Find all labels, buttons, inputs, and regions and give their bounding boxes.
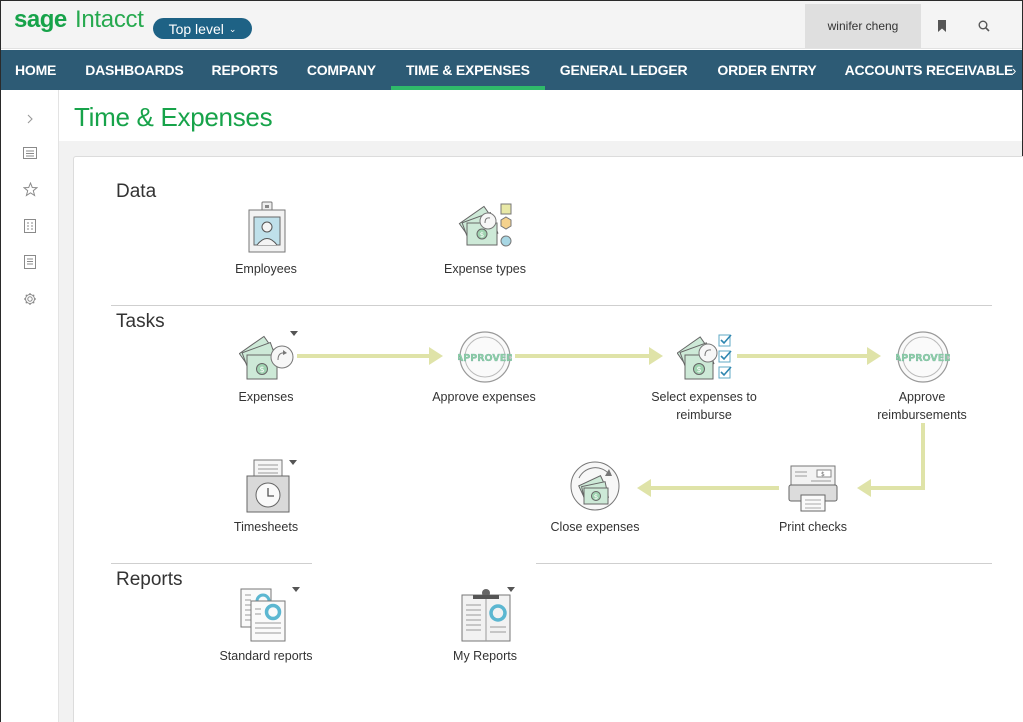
svg-text:$: $ — [821, 471, 825, 478]
expense-types-icon[interactable]: $ — [457, 199, 515, 251]
svg-text:$: $ — [696, 365, 701, 374]
svg-text:$: $ — [480, 231, 484, 239]
approve-reimbursements-icon[interactable]: APPROVED — [896, 330, 950, 384]
svg-text:$: $ — [259, 365, 264, 374]
print-checks-label[interactable]: Print checks — [753, 519, 873, 536]
my-reports-dropdown-caret-icon[interactable] — [507, 587, 515, 592]
standard-reports-dropdown-caret-icon[interactable] — [292, 587, 300, 592]
approve-expenses-icon[interactable]: APPROVED — [458, 330, 512, 384]
standard-reports-icon[interactable] — [239, 587, 299, 643]
timesheets-label[interactable]: Timesheets — [206, 519, 326, 536]
approve-reimbursements-label-line2[interactable]: reimbursements — [859, 407, 985, 424]
timesheets-icon[interactable] — [245, 458, 293, 514]
svg-text:$: $ — [594, 493, 598, 501]
expenses-label[interactable]: Expenses — [206, 389, 326, 406]
approve-reimbursements-label-line1[interactable]: Approve — [859, 389, 985, 406]
select-expenses-label-line1[interactable]: Select expenses to — [627, 389, 781, 406]
expenses-icon[interactable]: $ — [239, 331, 299, 383]
expense-types-label[interactable]: Expense types — [425, 261, 545, 278]
expenses-dropdown-caret-icon[interactable] — [290, 331, 298, 336]
employees-icon[interactable] — [245, 200, 289, 256]
close-expenses-icon[interactable]: $ — [569, 460, 621, 512]
approved-stamp-text: APPROVED — [896, 353, 950, 364]
employees-label[interactable]: Employees — [206, 261, 326, 278]
timesheets-dropdown-caret-icon[interactable] — [289, 460, 297, 465]
select-expenses-icon[interactable]: $ — [677, 331, 737, 383]
my-reports-label[interactable]: My Reports — [425, 648, 545, 665]
approve-expenses-label[interactable]: Approve expenses — [411, 389, 557, 406]
select-expenses-label-line2[interactable]: reimburse — [627, 407, 781, 424]
close-expenses-label[interactable]: Close expenses — [525, 519, 665, 536]
my-reports-icon[interactable] — [459, 587, 515, 643]
print-checks-icon[interactable]: $ — [787, 463, 839, 513]
approved-stamp-text: APPROVED — [458, 353, 512, 364]
standard-reports-label[interactable]: Standard reports — [201, 648, 331, 665]
